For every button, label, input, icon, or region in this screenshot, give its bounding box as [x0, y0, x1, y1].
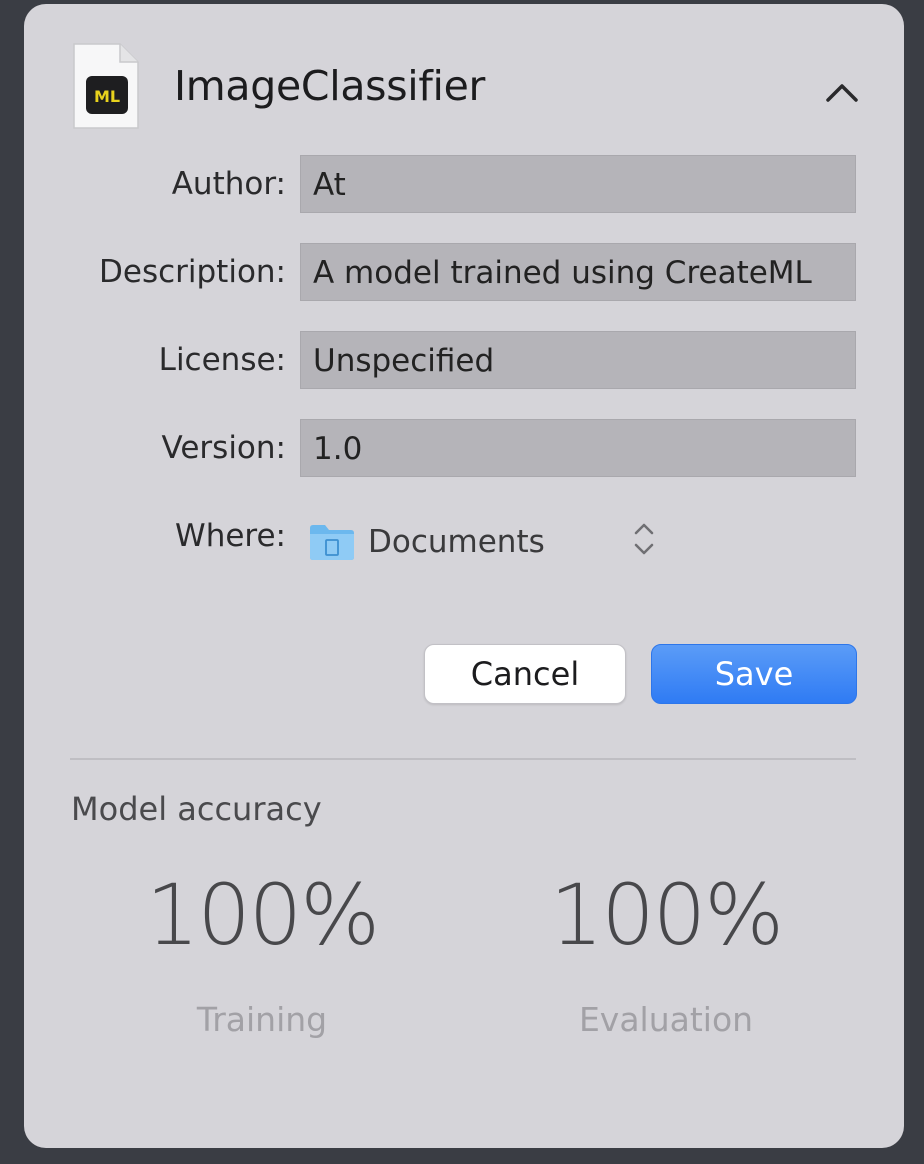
- cancel-button[interactable]: Cancel: [424, 644, 626, 704]
- author-field[interactable]: At: [300, 155, 856, 213]
- version-field[interactable]: 1.0: [300, 419, 856, 477]
- training-accuracy-value: 100%: [145, 866, 380, 964]
- up-down-chevron-icon[interactable]: [630, 518, 658, 560]
- chevron-up-icon: [826, 84, 858, 102]
- version-label: Version:: [161, 430, 286, 466]
- license-field[interactable]: Unspecified: [300, 331, 856, 389]
- training-accuracy-label: Training: [196, 1000, 328, 1039]
- where-value-label: Documents: [368, 524, 545, 560]
- license-label: License:: [158, 342, 286, 378]
- model-accuracy-title: Model accuracy: [71, 790, 322, 828]
- mlmodel-file-icon: ML: [72, 42, 140, 130]
- folder-icon: [310, 525, 354, 560]
- author-label: Author:: [171, 166, 286, 202]
- save-button[interactable]: Save: [651, 644, 857, 704]
- model-details-panel: ML ImageClassifier Author: At Descriptio…: [24, 4, 904, 1148]
- description-field[interactable]: A model trained using CreateML: [300, 243, 856, 301]
- page-title: ImageClassifier: [174, 62, 486, 110]
- where-label: Where:: [175, 518, 286, 554]
- divider: [70, 758, 856, 760]
- evaluation-accuracy-label: Evaluation: [578, 1000, 754, 1039]
- ml-badge-text: ML: [94, 87, 120, 106]
- where-popup-button[interactable]: Documents: [308, 516, 545, 568]
- collapse-button[interactable]: [820, 74, 864, 114]
- evaluation-accuracy-value: 100%: [549, 866, 784, 964]
- description-label: Description:: [99, 254, 286, 290]
